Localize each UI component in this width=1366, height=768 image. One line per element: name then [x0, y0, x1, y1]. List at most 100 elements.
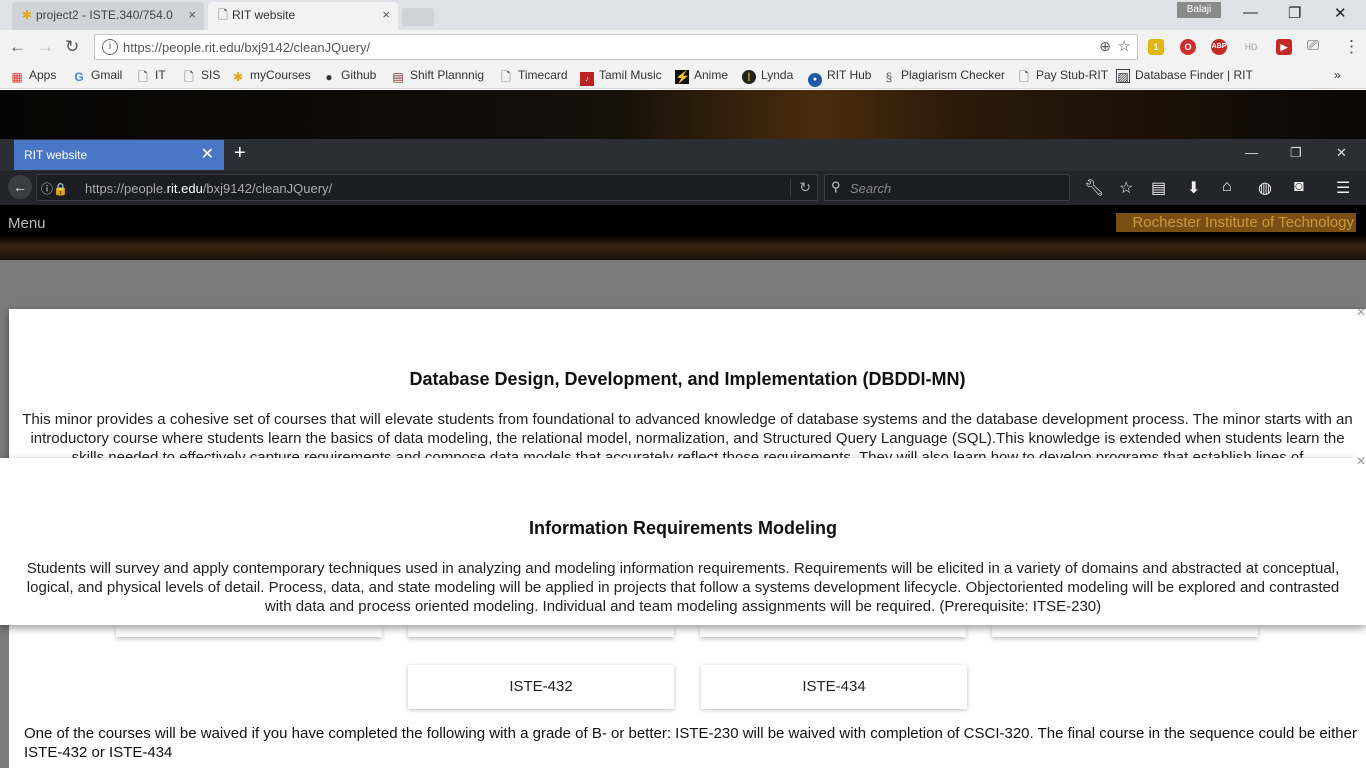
url-path: /bxj9142/cleanJQuery/ [202, 181, 333, 196]
restore-icon[interactable]: ❐ [1290, 145, 1302, 161]
youtube-ext-icon[interactable]: ▶ [1276, 39, 1292, 55]
bookmark-mycourses[interactable]: ✱ myCourses [231, 68, 311, 84]
close-tab-icon[interactable]: × [188, 2, 196, 28]
address-bar[interactable]: i https://people.rit.edu/bxj9142/cleanJQ… [94, 34, 1138, 60]
site-nav: Menu Rochester Institute of Technology [0, 205, 1366, 260]
close-window-icon[interactable]: ✕ [1336, 145, 1347, 161]
menu-button[interactable]: Menu [8, 215, 46, 232]
search-icon: ⚲ [831, 179, 841, 194]
close-icon[interactable]: ✕ [1352, 452, 1366, 470]
plagiarism-icon: § [885, 70, 893, 84]
course-card[interactable] [408, 625, 674, 637]
minimize-icon[interactable]: — [1245, 145, 1258, 160]
site-info-icon[interactable]: ⓘ🔒 [41, 180, 68, 197]
firefox-tab-rit-website[interactable]: RIT website ✕ [14, 140, 224, 170]
bookmarks-bar: ▦ Apps G Gmail 🗋 IT 🗋 SIS ✱ myCourses ● Github… [0, 64, 1366, 89]
search-placeholder: Search [850, 181, 892, 196]
bookmark-label: Shift Plannnig [410, 68, 485, 82]
course-card[interactable] [700, 625, 966, 637]
library-icon[interactable]: ▤ [1151, 178, 1166, 198]
modal-title: Database Design, Development, and Implem… [409, 369, 966, 389]
bookmark-apps[interactable]: ▦ Apps [10, 68, 56, 84]
bookmark-it[interactable]: 🗋 IT [136, 68, 166, 84]
github-icon: ● [325, 70, 333, 84]
bookmark-star-icon[interactable]: ☆ [1119, 178, 1133, 198]
bookmark-lynda[interactable]: l Lynda [742, 68, 793, 84]
minor-content: ISTE-432 ISTE-434 One of the courses wil… [9, 625, 1366, 768]
course-button-iste-434[interactable]: ISTE-434 [701, 665, 967, 709]
cast-icon[interactable]: ⎚ [1307, 37, 1319, 54]
chrome-menu-icon[interactable]: ⋮ [1343, 37, 1360, 57]
bookmark-shift-planning[interactable]: ▤ Shift Plannnig [391, 68, 484, 84]
restore-icon[interactable]: ❐ [1288, 4, 1301, 22]
bookmark-label: RIT Hub [827, 68, 872, 82]
hero-background [0, 90, 1366, 140]
course-card[interactable] [116, 625, 382, 637]
home-icon[interactable]: ⌂ [1222, 178, 1232, 196]
pocket-icon[interactable]: ◙ [1294, 178, 1304, 196]
minimize-icon[interactable]: — [1243, 4, 1258, 21]
bookmark-github[interactable]: ● Github [322, 68, 376, 84]
bookmark-label: IT [155, 68, 166, 82]
apps-icon: ▦ [11, 70, 23, 84]
reload-icon[interactable]: ↻ [790, 179, 811, 196]
rithub-icon: ● [808, 73, 822, 87]
tab-title: RIT website [24, 148, 88, 162]
url-prefix: https://people. [85, 181, 167, 196]
bookmark-tamil-music[interactable]: ♪ Tamil Music [580, 68, 662, 86]
bookmark-anime[interactable]: ⚡ Anime [675, 68, 728, 84]
bookmark-star-icon[interactable]: ☆ [1118, 37, 1131, 55]
notes-ext-icon[interactable]: 1 [1148, 39, 1164, 55]
tab-title: project2 - ISTE.340/754.0 [36, 8, 173, 22]
new-tab-icon[interactable]: + [234, 142, 246, 165]
bookmark-label: Database Finder | RIT [1135, 68, 1253, 82]
calendar-icon: ▤ [392, 70, 404, 84]
reload-icon[interactable]: ↻ [65, 37, 79, 57]
info-icon[interactable]: i [102, 39, 118, 55]
bookmark-label: Tamil Music [599, 68, 662, 82]
new-tab-button[interactable] [402, 8, 434, 26]
close-tab-icon[interactable]: × [382, 2, 390, 28]
back-icon[interactable]: ← [9, 37, 26, 57]
lynda-icon: l [742, 70, 756, 84]
bookmark-label: Timecard [518, 68, 568, 82]
download-icon[interactable]: ⬇ [1187, 178, 1200, 198]
bookmark-pay-stub[interactable]: 🗋 Pay Stub-RIT [1017, 68, 1108, 84]
bookmark-plagiarism[interactable]: § Plagiarism Checker [882, 68, 1005, 84]
bookmark-rit-hub[interactable]: ● RIT Hub [808, 68, 871, 87]
bookmark-label: myCourses [250, 68, 311, 82]
bookmark-database-finder[interactable]: ▨ Database Finder | RIT [1116, 68, 1253, 84]
bookmark-label: Apps [29, 68, 57, 82]
bookmark-timecard[interactable]: 🗋 Timecard [499, 68, 568, 84]
chrome-tab-rit-website[interactable]: 🗋 RIT website × [208, 2, 398, 30]
page-icon: 🗋 [501, 70, 511, 84]
wrench-icon[interactable]: 🔧︎ [1084, 178, 1104, 198]
hd-ext-icon[interactable]: HD [1243, 39, 1259, 55]
firefox-search-bar[interactable]: ⚲ Search [824, 174, 1070, 201]
globe-icon[interactable]: ◍ [1258, 178, 1272, 198]
bookmark-gmail[interactable]: G Gmail [72, 68, 122, 84]
rit-logo[interactable]: Rochester Institute of Technology [1116, 213, 1356, 232]
bookmark-label: Github [341, 68, 377, 82]
page-icon: 🗋 [1019, 70, 1029, 84]
close-window-icon[interactable]: ✕ [1334, 4, 1347, 22]
forward-icon[interactable]: → [37, 37, 54, 57]
back-icon[interactable]: ← [8, 175, 32, 199]
course-button-iste-432[interactable]: ISTE-432 [408, 665, 674, 709]
bookmark-label: Anime [694, 68, 729, 82]
firefox-address-bar[interactable]: ⓘ🔒 https://people.rit.edu/bxj9142/cleanJ… [36, 174, 818, 201]
zoom-icon[interactable]: ⊕ [1099, 38, 1111, 55]
profile-badge[interactable]: Balaji [1177, 2, 1221, 18]
close-tab-icon[interactable]: ✕ [201, 140, 214, 170]
address-url[interactable]: https://people.rit.edu/bxj9142/cleanJQue… [123, 40, 370, 55]
music-icon: ♪ [580, 72, 594, 86]
bookmarks-more[interactable]: » [1334, 68, 1341, 82]
bookmark-sis[interactable]: 🗋 SIS [182, 68, 220, 84]
close-icon[interactable]: ✕ [1352, 309, 1366, 321]
firefox-url[interactable]: https://people.rit.edu/bxj9142/cleanJQue… [85, 181, 332, 196]
hamburger-menu-icon[interactable]: ☰ [1336, 178, 1350, 198]
chrome-tab-project2[interactable]: ✱ project2 - ISTE.340/754.0 × [12, 2, 204, 30]
course-card[interactable] [992, 625, 1258, 637]
abp-ext-icon[interactable]: ABP [1211, 39, 1227, 55]
opera-ext-icon[interactable]: O [1180, 39, 1196, 55]
